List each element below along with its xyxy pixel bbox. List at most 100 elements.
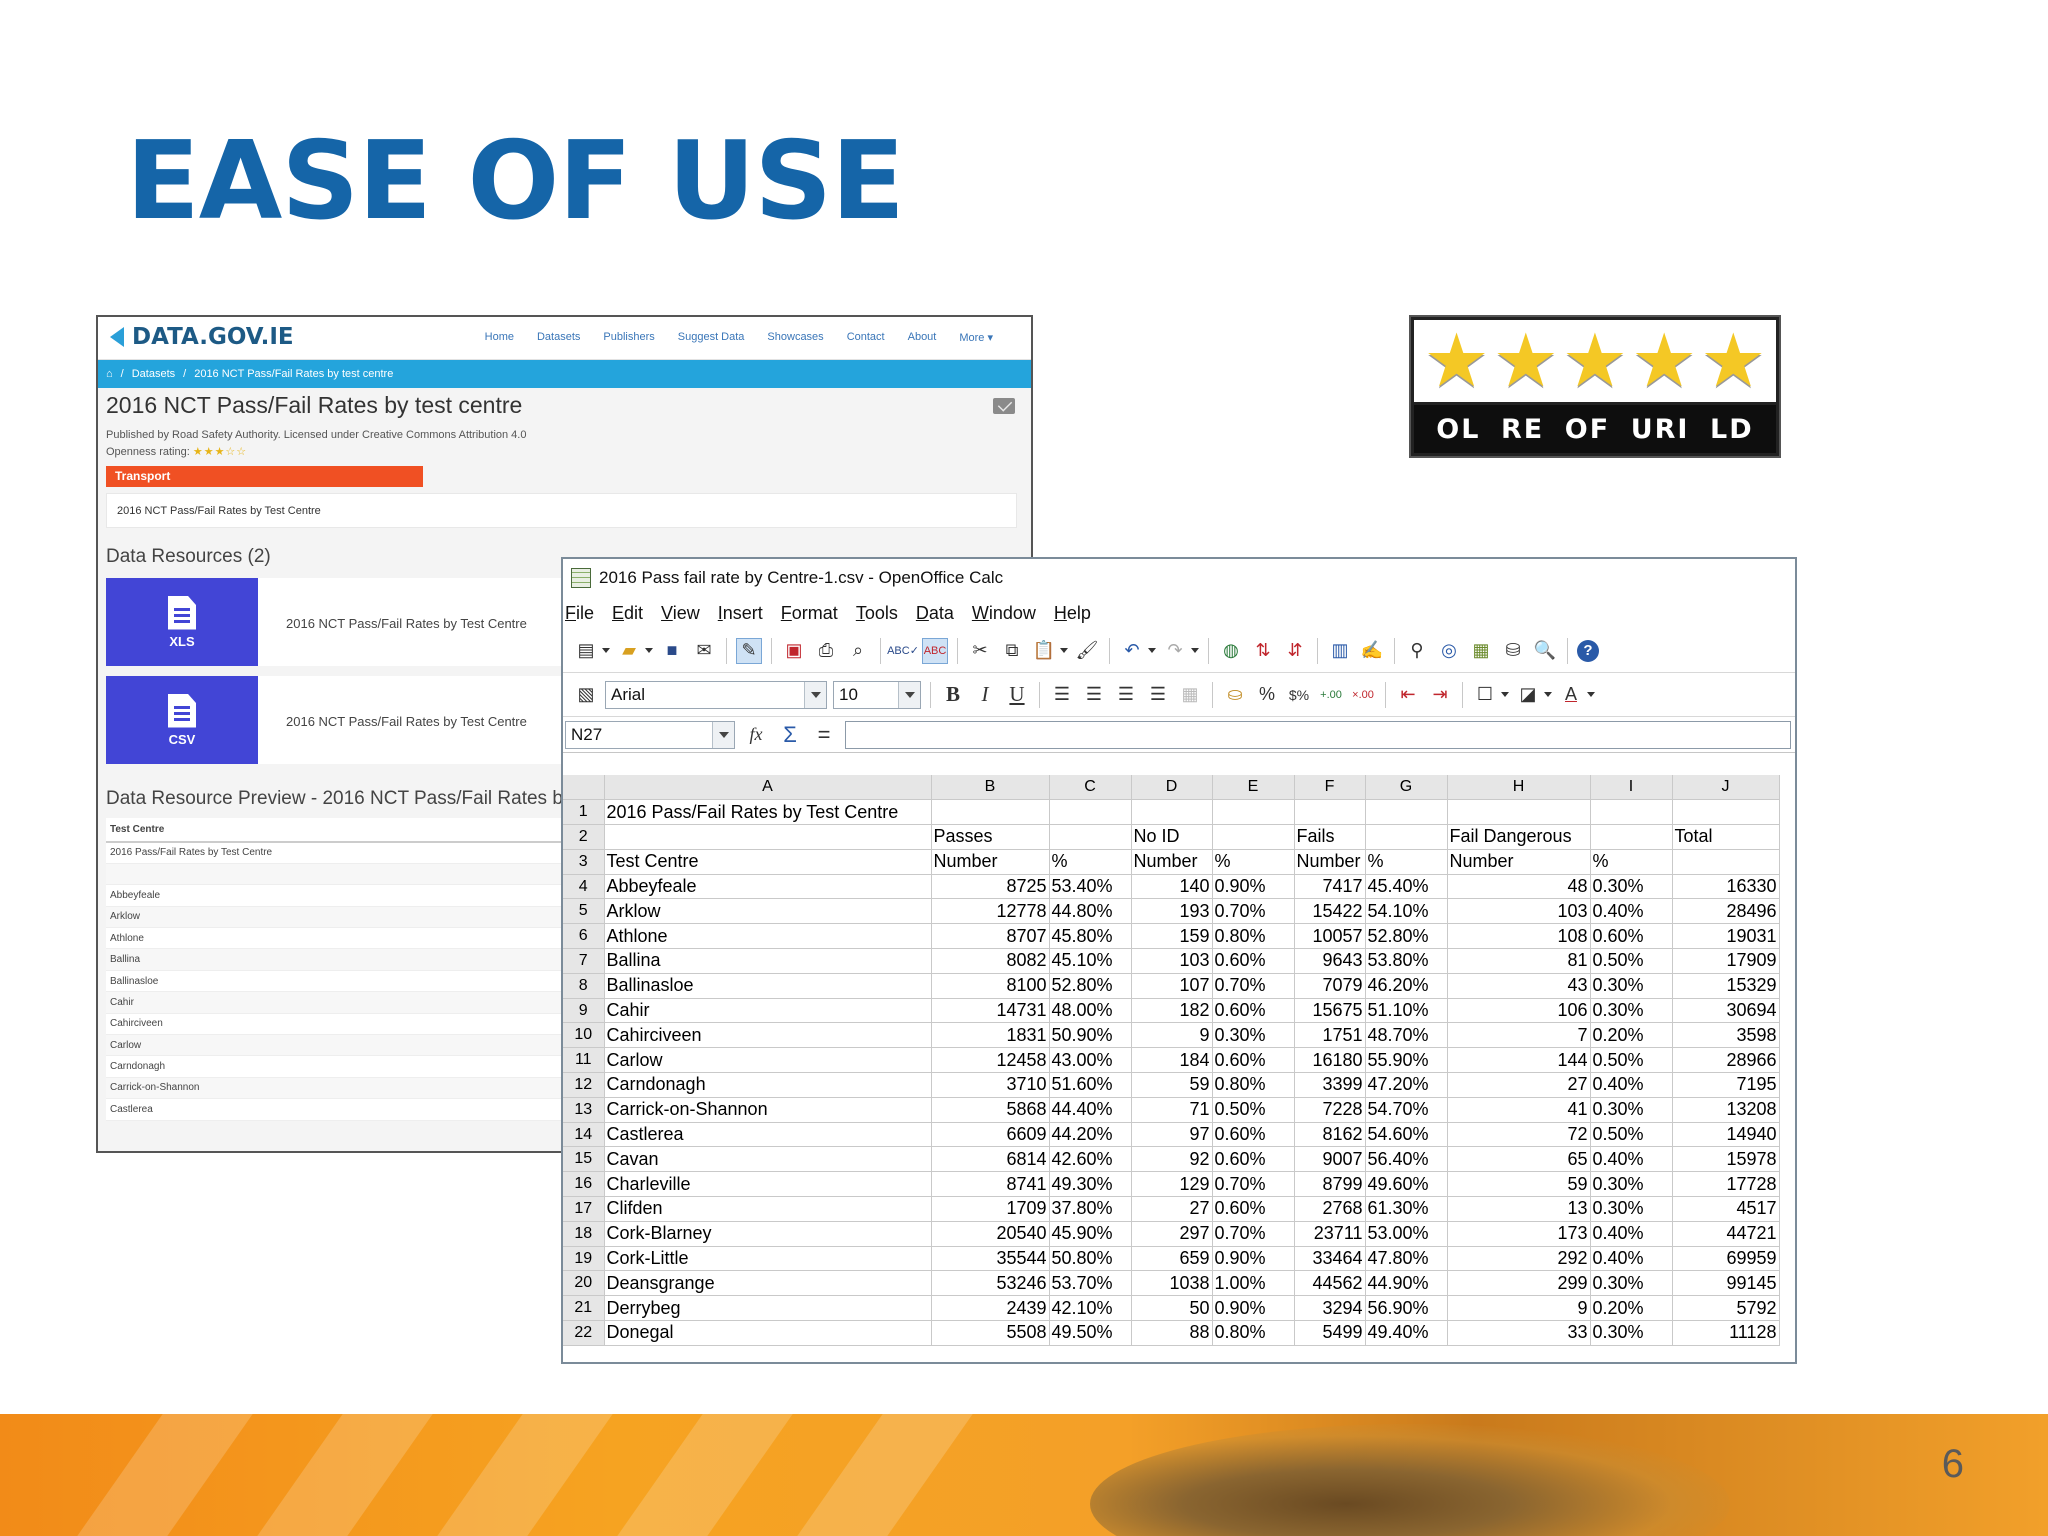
sheet-cell[interactable]: 52.80% xyxy=(1365,923,1448,950)
undo-icon[interactable]: ↶ xyxy=(1119,638,1145,664)
sheet-cell[interactable]: 42.10% xyxy=(1049,1295,1132,1322)
sheet-cell[interactable]: Deansgrange xyxy=(604,1270,932,1297)
sheet-cell[interactable]: Cork-Little xyxy=(604,1246,932,1272)
sheet-cell[interactable]: Number xyxy=(1447,849,1591,875)
sheet-cell[interactable]: 7079 xyxy=(1294,973,1366,999)
save-icon[interactable]: ■ xyxy=(659,638,685,664)
corner-cell[interactable] xyxy=(563,775,605,801)
menu-item-insert[interactable]: Insert xyxy=(718,603,763,624)
show-draw-icon[interactable]: ✍ xyxy=(1359,638,1385,664)
nav-link[interactable]: About xyxy=(908,331,937,344)
sheet-cell[interactable]: 0.60% xyxy=(1212,998,1295,1024)
sheet-cell[interactable]: 54.60% xyxy=(1365,1122,1448,1148)
sheet-cell[interactable]: 15329 xyxy=(1672,973,1780,999)
sheet-cell[interactable] xyxy=(1212,824,1295,850)
sheet-cell[interactable]: 47.20% xyxy=(1365,1072,1448,1098)
currency-icon[interactable]: ⛀ xyxy=(1222,682,1248,708)
export-pdf-icon[interactable]: ▣ xyxy=(781,638,807,664)
resource-title[interactable]: 2016 NCT Pass/Fail Rates by Test Centre xyxy=(258,578,527,666)
justify-icon[interactable]: ☰ xyxy=(1145,682,1171,708)
sheet-cell[interactable]: 59 xyxy=(1447,1171,1591,1198)
sheet-cell[interactable]: 3399 xyxy=(1294,1072,1366,1098)
sheet-cell[interactable]: 14940 xyxy=(1672,1122,1780,1148)
edit-file-icon[interactable]: ✎ xyxy=(736,637,762,664)
row-header[interactable]: 15 xyxy=(563,1146,605,1173)
sheet-cell[interactable]: Arklow xyxy=(604,898,932,925)
row-header[interactable]: 2 xyxy=(563,824,605,850)
autospellcheck-icon[interactable]: ABC xyxy=(922,637,948,664)
sheet-cell[interactable]: 53.70% xyxy=(1049,1270,1132,1297)
add-decimal-icon[interactable]: +.00 xyxy=(1318,682,1344,708)
sheet-cell[interactable]: Ballinasloe xyxy=(604,973,932,999)
sheet-cell[interactable]: Charleville xyxy=(604,1171,932,1198)
sheet-cell[interactable]: 0.70% xyxy=(1212,973,1295,999)
sheet-cell[interactable]: 7228 xyxy=(1294,1097,1366,1123)
sheet-cell[interactable]: 0.40% xyxy=(1590,1246,1673,1272)
formula-input[interactable] xyxy=(845,720,1791,749)
sheet-cell[interactable]: 44.40% xyxy=(1049,1097,1132,1123)
sheet-cell[interactable]: 8799 xyxy=(1294,1171,1366,1198)
sheet-cell[interactable]: 0.90% xyxy=(1212,1295,1295,1322)
row-header[interactable]: 6 xyxy=(563,923,605,950)
sheet-cell[interactable]: 43.00% xyxy=(1049,1047,1132,1074)
sheet-cell[interactable]: Derrybeg xyxy=(604,1295,932,1322)
column-header[interactable]: C xyxy=(1049,775,1132,801)
find-replace-icon[interactable]: ⚲ xyxy=(1404,638,1430,664)
sheet-cell[interactable]: 49.60% xyxy=(1365,1171,1448,1198)
sheet-cell[interactable]: 52.80% xyxy=(1049,973,1132,999)
sheet-cell[interactable]: 44721 xyxy=(1672,1221,1780,1247)
paste-icon[interactable]: 📋 xyxy=(1031,638,1057,664)
column-header[interactable]: D xyxy=(1131,775,1213,801)
sheet-cell[interactable]: 0.90% xyxy=(1212,874,1295,900)
sheet-cell[interactable]: 65 xyxy=(1447,1146,1591,1173)
row-header[interactable]: 13 xyxy=(563,1097,605,1123)
spreadsheet-grid[interactable]: ABCDEFGHIJ 1 2016 Pass/Fail Rates by Test… xyxy=(563,775,1795,1362)
sheet-cell[interactable]: 13 xyxy=(1447,1196,1591,1222)
sheet-cell[interactable]: 5792 xyxy=(1672,1295,1780,1322)
sort-descending-icon[interactable]: ⇵ xyxy=(1282,638,1308,664)
sheet-cell[interactable] xyxy=(1447,799,1591,826)
sheet-cell[interactable]: 103 xyxy=(1447,898,1591,925)
sheet-cell[interactable]: 193 xyxy=(1131,898,1213,925)
sheet-cell[interactable]: 48.70% xyxy=(1365,1022,1448,1049)
sheet-cell[interactable]: 5508 xyxy=(931,1320,1050,1346)
sheet-cell[interactable]: 2016 Pass/Fail Rates by Test Centre xyxy=(604,799,932,826)
underline-icon[interactable]: U xyxy=(1004,682,1030,708)
sheet-cell[interactable]: Athlone xyxy=(604,923,932,950)
sheet-cell[interactable]: 292 xyxy=(1447,1246,1591,1272)
sheet-cell[interactable]: 8082 xyxy=(931,948,1050,974)
sheet-cell[interactable]: Cork-Blarney xyxy=(604,1221,932,1247)
sheet-cell[interactable]: 20540 xyxy=(931,1221,1050,1247)
sheet-cell[interactable]: Donegal xyxy=(604,1320,932,1346)
help-icon[interactable]: ? xyxy=(1577,639,1599,662)
sheet-cell[interactable]: 9 xyxy=(1131,1022,1213,1049)
sheet-cell[interactable]: % xyxy=(1365,849,1448,875)
sheet-cell[interactable]: 173 xyxy=(1447,1221,1591,1247)
sheet-cell[interactable]: 15978 xyxy=(1672,1146,1780,1173)
sheet-cell[interactable]: 106 xyxy=(1447,998,1591,1024)
sheet-cell[interactable]: 297 xyxy=(1131,1221,1213,1247)
sheet-cell[interactable]: 49.40% xyxy=(1365,1320,1448,1346)
sheet-cell[interactable]: 51.10% xyxy=(1365,998,1448,1024)
sheet-cell[interactable] xyxy=(1365,824,1448,850)
site-logo[interactable]: DATA.GOV.IE xyxy=(108,323,294,351)
sheet-cell[interactable] xyxy=(1672,799,1780,826)
row-header[interactable]: 16 xyxy=(563,1171,605,1198)
sheet-cell[interactable]: 49.30% xyxy=(1049,1171,1132,1198)
align-center-icon[interactable]: ☰ xyxy=(1081,682,1107,708)
sheet-cell[interactable]: 46.20% xyxy=(1365,973,1448,999)
row-header[interactable]: 14 xyxy=(563,1122,605,1148)
sheet-cell[interactable]: 7417 xyxy=(1294,874,1366,900)
sheet-cell[interactable]: 42.60% xyxy=(1049,1146,1132,1173)
menu-item-help[interactable]: Help xyxy=(1054,603,1091,624)
print-icon[interactable]: ⎙ xyxy=(813,638,839,664)
sheet-cell[interactable]: 1.00% xyxy=(1212,1270,1295,1297)
csv-badge[interactable]: CSV xyxy=(106,676,258,764)
nav-link[interactable]: Publishers xyxy=(603,331,654,344)
row-header[interactable]: 7 xyxy=(563,948,605,974)
gallery-icon[interactable]: ▦ xyxy=(1468,638,1494,664)
sheet-cell[interactable]: Fail Dangerous xyxy=(1447,824,1591,850)
sheet-cell[interactable]: 44.20% xyxy=(1049,1122,1132,1148)
sheet-cell[interactable]: 3710 xyxy=(931,1072,1050,1098)
sheet-cell[interactable]: 0.30% xyxy=(1590,1097,1673,1123)
